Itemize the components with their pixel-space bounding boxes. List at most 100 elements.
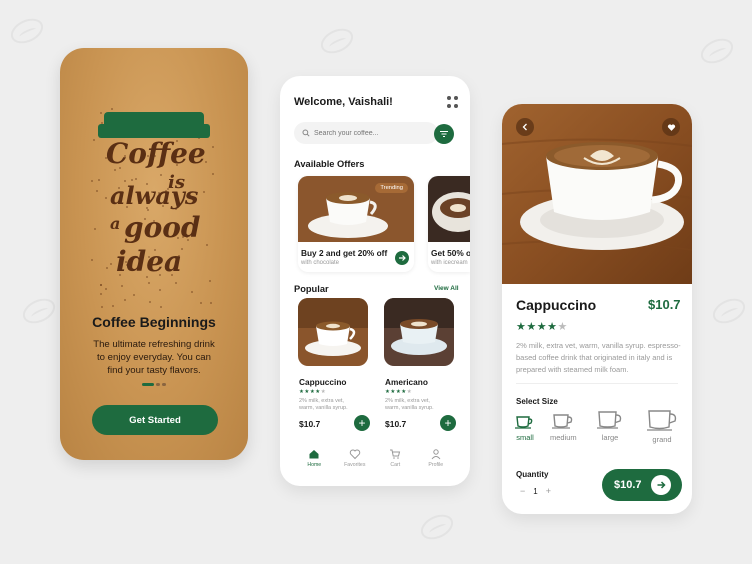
add-to-cart-button[interactable]: + xyxy=(440,415,456,431)
size-option-large[interactable]: large xyxy=(596,407,624,442)
coffee-cup-artwork: Coffee is always a good idea xyxy=(106,138,206,288)
size-option-small[interactable]: small xyxy=(512,407,538,442)
cup-grand-icon xyxy=(647,410,677,431)
texture-speck xyxy=(159,305,162,308)
rating-stars-icon: ★★★★★ xyxy=(385,389,413,395)
nav-label: Cart xyxy=(390,462,401,468)
size-label: grand xyxy=(652,435,672,444)
texture-speck xyxy=(159,289,162,292)
search-icon xyxy=(302,129,310,137)
offer-arrow-button[interactable] xyxy=(395,251,409,265)
texture-speck xyxy=(93,228,96,231)
cup-medium-icon xyxy=(552,414,573,429)
texture-speck xyxy=(100,293,103,296)
cup-small-icon xyxy=(515,416,533,429)
product-price: $10.7 xyxy=(299,419,321,429)
offer-title: Get 50% of xyxy=(431,248,470,258)
background-bean-icon xyxy=(416,509,458,545)
nav-label: Profile xyxy=(428,462,444,468)
texture-speck xyxy=(212,172,215,175)
artwork-word: good xyxy=(124,211,201,244)
texture-speck xyxy=(206,243,209,246)
heart-icon xyxy=(667,123,675,131)
back-button[interactable] xyxy=(516,118,534,136)
nav-item-favorites[interactable]: Favorites xyxy=(340,448,370,486)
get-started-button[interactable]: Get Started xyxy=(92,405,218,435)
product-detail-screen: Cappuccino $10.7 ★★★★★ 2% milk, extra ve… xyxy=(502,104,692,514)
decrement-button[interactable]: − xyxy=(520,486,525,496)
quantity-value: 1 xyxy=(533,486,538,496)
texture-speck xyxy=(91,259,94,262)
add-to-cart-button[interactable]: + xyxy=(354,415,370,431)
product-description: 2% milk, extra vet, warm, vanilla syrup. xyxy=(299,398,348,411)
texture-speck xyxy=(203,191,206,194)
buy-button-label: $10.7 xyxy=(614,479,642,491)
cup-lid-rim xyxy=(98,124,210,138)
nav-label: Home xyxy=(307,462,322,468)
texture-speck xyxy=(199,301,202,304)
filter-icon xyxy=(440,131,448,137)
pager-dots xyxy=(142,383,166,386)
texture-speck xyxy=(111,305,114,308)
product-name: Americano xyxy=(385,377,428,387)
background-bean-icon xyxy=(696,33,738,69)
texture-speck xyxy=(101,306,104,309)
popular-card[interactable]: Cappuccino ★★★★★ 2% milk, extra vet, war… xyxy=(298,298,370,432)
pager-dot[interactable] xyxy=(156,383,160,386)
offer-subtitle: with chocolate xyxy=(301,260,340,266)
menu-grid-icon[interactable] xyxy=(447,96,459,108)
texture-speck xyxy=(210,301,213,304)
size-option-medium[interactable]: medium xyxy=(550,407,577,442)
trending-badge: Trending xyxy=(375,183,408,193)
product-price: $10.7 xyxy=(385,419,407,429)
texture-speck xyxy=(99,284,102,287)
search-bar[interactable] xyxy=(294,122,438,144)
size-label: large xyxy=(601,433,619,442)
cart-icon xyxy=(390,449,401,459)
texture-speck xyxy=(90,179,93,182)
texture-speck xyxy=(96,190,99,193)
offer-card[interactable]: Get 50% of with icecream xyxy=(428,176,470,272)
rating-stars-icon: ★★★★★ xyxy=(516,321,568,333)
onboarding-screen: Coffee is always a good idea Coffee Begi… xyxy=(60,48,248,460)
bottom-nav: Home Favorites Cart Profile xyxy=(280,448,470,486)
offer-card[interactable]: Trending Buy 2 and get 20% off with choc… xyxy=(298,176,414,272)
search-input[interactable] xyxy=(314,129,424,137)
background-bean-icon xyxy=(6,13,48,49)
product-description: 2% milk, extra vet, warm, vanilla syrup. xyxy=(385,398,434,411)
texture-speck xyxy=(105,287,108,290)
cup-large-icon xyxy=(597,411,622,429)
arrow-right-icon xyxy=(399,255,406,261)
onboarding-subtitle: The ultimate refreshing drink to enjoy e… xyxy=(93,339,215,376)
pager-dot-active[interactable] xyxy=(142,383,154,386)
product-image xyxy=(384,298,454,366)
background-bean-icon xyxy=(18,293,60,329)
pager-dot[interactable] xyxy=(162,383,166,386)
nav-item-home[interactable]: Home xyxy=(299,448,329,486)
arrow-right-icon xyxy=(651,475,671,495)
increment-button[interactable]: + xyxy=(546,486,551,496)
heart-icon xyxy=(349,449,360,460)
nav-item-profile[interactable]: Profile xyxy=(421,448,451,486)
favorite-button[interactable] xyxy=(662,118,680,136)
popular-card[interactable]: Americano ★★★★★ 2% milk, extra vet, warm… xyxy=(384,298,456,432)
size-label: small xyxy=(516,433,534,442)
chevron-left-icon xyxy=(522,123,527,131)
nav-item-cart[interactable]: Cart xyxy=(380,448,410,486)
nav-label: Favorites xyxy=(344,462,366,468)
size-option-grand[interactable]: grand xyxy=(646,407,678,444)
artwork-word: idea xyxy=(116,245,183,278)
texture-speck xyxy=(148,301,151,304)
filter-button[interactable] xyxy=(434,124,454,144)
view-all-link[interactable]: View All xyxy=(434,285,459,292)
texture-speck xyxy=(111,108,114,111)
offer-image: Trending xyxy=(298,176,414,242)
offer-title: Buy 2 and get 20% off xyxy=(301,248,388,258)
home-screen: Welcome, Vaishali! Available Offers xyxy=(280,76,470,486)
product-description: 2% milk, extra vet, warm, vanilla syrup.… xyxy=(516,341,681,374)
greeting-title: Welcome, Vaishali! xyxy=(294,96,393,108)
offers-heading: Available Offers xyxy=(294,159,365,169)
divider xyxy=(516,383,678,384)
buy-button[interactable]: $10.7 xyxy=(602,469,682,501)
background-bean-icon xyxy=(708,293,750,329)
